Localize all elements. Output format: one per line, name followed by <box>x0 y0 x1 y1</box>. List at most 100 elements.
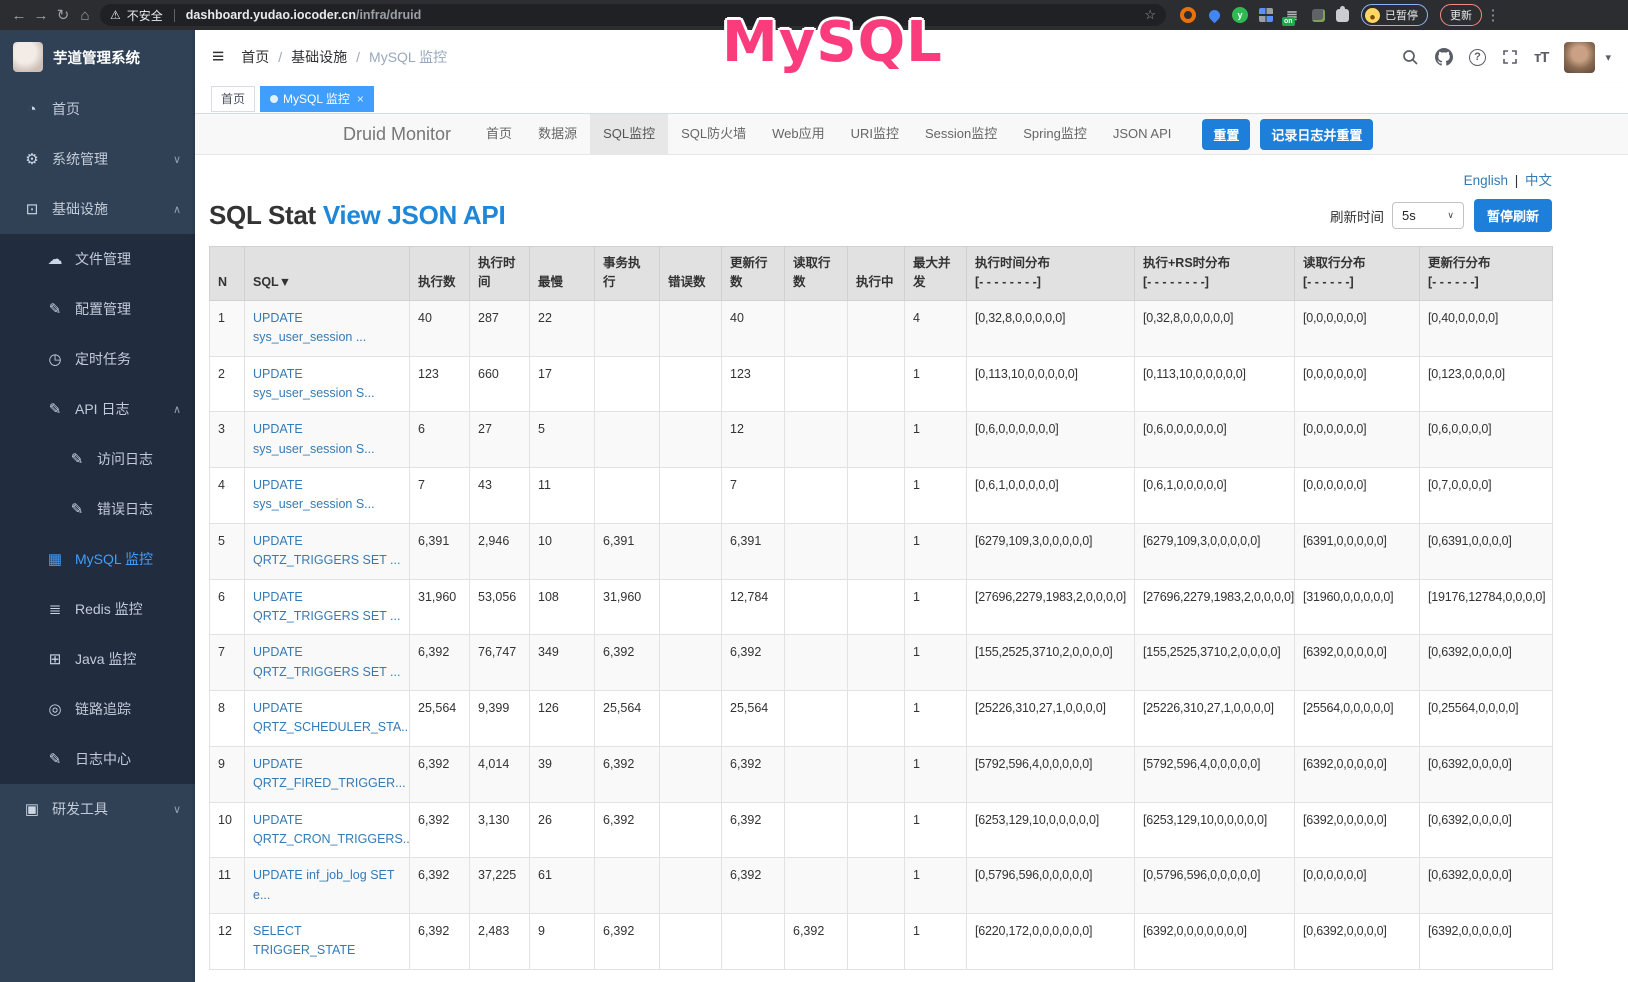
sidebar-item-mysql[interactable]: ▦MySQL 监控 <box>0 534 195 584</box>
chrome-update-button[interactable]: 更新 <box>1440 4 1482 26</box>
extension-squares-icon[interactable] <box>1258 7 1274 23</box>
hamburger-icon[interactable]: ≡ <box>212 45 224 69</box>
fullscreen-icon[interactable] <box>1502 49 1518 65</box>
cell <box>848 802 905 858</box>
druid-nav-JSON API[interactable]: JSON API <box>1100 114 1185 154</box>
sql-link[interactable]: UPDATE QRTZ_TRIGGERS SET ... <box>253 590 400 623</box>
log-and-reset-button[interactable]: 记录日志并重置 <box>1260 119 1373 150</box>
cell: 12 <box>210 914 245 970</box>
sql-link[interactable]: UPDATE QRTZ_TRIGGERS SET ... <box>253 645 400 678</box>
sql-link[interactable]: UPDATE inf_job_log SET e... <box>253 868 394 901</box>
chevron-down-icon[interactable]: ▾ <box>1605 51 1611 64</box>
lang-english-link[interactable]: English <box>1464 173 1508 188</box>
cell: [0,0,0,0,0,0] <box>1295 356 1420 412</box>
home-icon[interactable]: ⌂ <box>74 7 96 24</box>
druid-nav-URI监控[interactable]: URI监控 <box>838 114 912 154</box>
url-bar[interactable]: ⚠ 不安全 dashboard.yudao.iocoder.cn/infra/d… <box>100 4 1166 26</box>
cell: [25226,310,27,1,0,0,0,0] <box>1135 691 1295 747</box>
sidebar-item-java[interactable]: ⊞Java 监控 <box>0 634 195 684</box>
sidebar-item-log-center[interactable]: ✎日志中心 <box>0 734 195 784</box>
back-icon[interactable]: ← <box>8 7 30 24</box>
sidebar-item-label: 系统管理 <box>52 149 173 169</box>
column-header: N <box>210 247 245 301</box>
sidebar-item-dev-tools[interactable]: ▣研发工具∨ <box>0 784 195 834</box>
sql-link[interactable]: UPDATE QRTZ_FIRED_TRIGGER... <box>253 757 406 790</box>
sidebar-item-home[interactable]: ◔首页 <box>0 84 195 134</box>
cell: [0,6,0,0,0,0,0,0] <box>1135 412 1295 468</box>
help-icon[interactable]: ? <box>1469 49 1486 66</box>
extension-green-icon[interactable]: y <box>1232 7 1248 23</box>
tab-mysql-monitor[interactable]: MySQL 监控× <box>260 86 374 112</box>
cell: 76,747 <box>470 635 530 691</box>
cell <box>785 412 848 468</box>
tab-home[interactable]: 首页 <box>211 86 255 112</box>
lang-separator: | <box>1515 173 1519 188</box>
sql-link[interactable]: UPDATE sys_user_session S... <box>253 478 375 511</box>
druid-nav-Web应用[interactable]: Web应用 <box>759 114 838 154</box>
sql-link[interactable]: UPDATE sys_user_session S... <box>253 422 375 455</box>
sql-link[interactable]: UPDATE sys_user_session S... <box>253 367 375 400</box>
security-label[interactable]: 不安全 <box>127 7 163 24</box>
sidebar-item-system[interactable]: ⚙系统管理∨ <box>0 134 195 184</box>
search-icon[interactable] <box>1402 49 1419 66</box>
sql-link[interactable]: UPDATE sys_user_session ... <box>253 311 366 344</box>
extension-leaf-icon[interactable] <box>1310 7 1326 23</box>
sidebar-item-label: 文件管理 <box>75 249 181 269</box>
forward-icon[interactable]: → <box>30 7 52 24</box>
cell <box>660 579 722 635</box>
sidebar-item-error-log[interactable]: ✎错误日志 <box>0 484 195 534</box>
profile-paused-badge[interactable]: 已暂停 <box>1361 4 1428 26</box>
column-header: 更新行分布[- - - - - -] <box>1420 247 1553 301</box>
sidebar-item-infra[interactable]: ⊡基础设施∧ <box>0 184 195 234</box>
cell: 4 <box>905 300 967 356</box>
druid-nav-SQL监控[interactable]: SQL监控 <box>590 114 668 154</box>
extensions-puzzle-icon[interactable] <box>1336 9 1349 22</box>
cell: [6253,129,10,0,0,0,0,0] <box>1135 802 1295 858</box>
sidebar-item-redis[interactable]: ≣Redis 监控 <box>0 584 195 634</box>
extension-pin-icon[interactable] <box>1206 7 1222 23</box>
divider <box>174 9 175 22</box>
sidebar-item-file[interactable]: ☁文件管理 <box>0 234 195 284</box>
view-json-api-link[interactable]: View JSON API <box>323 200 506 230</box>
druid-brand[interactable]: Druid Monitor <box>343 124 451 145</box>
extension-list-icon[interactable]: ≣on <box>1284 7 1300 23</box>
table-row: 11UPDATE inf_job_log SET e...6,39237,225… <box>210 858 1553 914</box>
druid-nav-数据源[interactable]: 数据源 <box>525 114 590 154</box>
sql-link[interactable]: UPDATE QRTZ_SCHEDULER_STA... <box>253 701 410 734</box>
refresh-interval-select[interactable]: 5s∨ <box>1392 202 1464 229</box>
sidebar-item-access-log[interactable]: ✎访问日志 <box>0 434 195 484</box>
lang-chinese-link[interactable]: 中文 <box>1525 173 1552 188</box>
bookmark-star-icon[interactable]: ☆ <box>1144 7 1156 23</box>
druid-nav-Spring监控[interactable]: Spring监控 <box>1010 114 1100 154</box>
cell: 6,392 <box>722 858 785 914</box>
breadcrumb-item[interactable]: 首页 <box>241 47 269 67</box>
sidebar-item-config[interactable]: ✎配置管理 <box>0 284 195 334</box>
github-icon[interactable] <box>1435 48 1453 66</box>
sidebar-item-tracer[interactable]: ◎链路追踪 <box>0 684 195 734</box>
sidebar-item-job[interactable]: ◷定时任务 <box>0 334 195 384</box>
reset-button[interactable]: 重置 <box>1202 119 1250 150</box>
pause-refresh-button[interactable]: 暂停刷新 <box>1474 199 1552 232</box>
tab-label: 首页 <box>221 90 245 107</box>
druid-nav-SQL防火墙[interactable]: SQL防火墙 <box>668 114 759 154</box>
close-icon[interactable]: × <box>357 92 364 106</box>
reload-icon[interactable]: ↻ <box>52 6 74 24</box>
sql-link[interactable]: UPDATE QRTZ_TRIGGERS SET ... <box>253 534 400 567</box>
breadcrumb-item[interactable]: 基础设施 <box>291 47 347 67</box>
druid-nav-首页[interactable]: 首页 <box>473 114 525 154</box>
app-title: 芋道管理系统 <box>53 47 140 68</box>
cell: 6,392 <box>722 635 785 691</box>
cell: [27696,2279,1983,2,0,0,0,0] <box>967 579 1135 635</box>
extension-orange-icon[interactable] <box>1180 7 1196 23</box>
sidebar-item-api-log[interactable]: ✎API 日志∧ <box>0 384 195 434</box>
cell: 6,391 <box>410 523 470 579</box>
druid-nav-Session监控[interactable]: Session监控 <box>912 114 1010 154</box>
chrome-menu-icon[interactable]: ⋮ <box>1482 6 1504 24</box>
user-avatar[interactable] <box>1564 42 1595 73</box>
sql-link[interactable]: SELECT TRIGGER_STATE <box>253 924 355 957</box>
sql-cell: UPDATE QRTZ_CRON_TRIGGERS... <box>245 802 410 858</box>
tag-tabs: 首页 MySQL 监控× <box>195 84 1628 114</box>
sql-link[interactable]: UPDATE QRTZ_CRON_TRIGGERS... <box>253 813 410 846</box>
app-logo[interactable]: 芋道管理系统 <box>0 30 195 84</box>
font-size-icon[interactable]: тT <box>1534 49 1549 66</box>
